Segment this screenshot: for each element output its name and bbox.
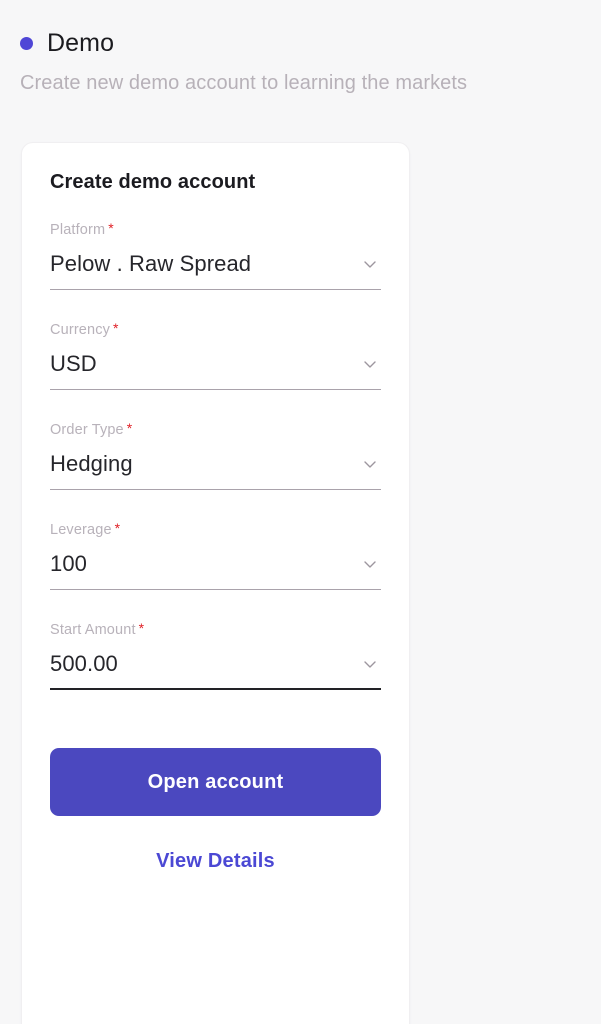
- select-currency-value: USD: [50, 351, 97, 376]
- required-marker: *: [138, 620, 145, 636]
- label-currency-text: Currency: [50, 322, 111, 338]
- chevron-down-icon[interactable]: [361, 255, 379, 273]
- required-marker: *: [113, 320, 119, 336]
- chevron-down-icon[interactable]: [361, 355, 379, 373]
- label-start-amount: Start Amount *: [50, 620, 381, 638]
- page-header: Demo Create new demo account to learning…: [0, 0, 601, 96]
- chevron-down-icon[interactable]: [361, 555, 379, 573]
- select-leverage[interactable]: 100: [50, 550, 381, 590]
- required-marker: *: [126, 420, 133, 436]
- required-marker: *: [114, 520, 121, 536]
- select-leverage-value: 100: [50, 551, 88, 576]
- select-platform-value: Pelow . Raw Spread: [50, 251, 252, 276]
- open-account-button[interactable]: Open account: [50, 748, 381, 816]
- select-platform[interactable]: Pelow . Raw Spread: [50, 250, 381, 290]
- page-title: Demo: [47, 29, 115, 57]
- label-order-type-text: Order Type: [50, 422, 124, 438]
- select-start-amount[interactable]: 500.00: [50, 650, 381, 690]
- field-platform: Platform * Pelow . Raw Spread: [50, 220, 381, 290]
- label-platform-text: Platform: [50, 222, 106, 238]
- card-title: Create demo account: [50, 171, 256, 193]
- label-leverage-text: Leverage: [50, 522, 112, 538]
- chevron-down-icon[interactable]: [361, 455, 379, 473]
- view-details-link[interactable]: View Details: [50, 850, 381, 873]
- field-order-type: Order Type * Hedging: [50, 420, 381, 490]
- select-start-amount-value: 500.00: [50, 651, 118, 676]
- page-title-row: Demo: [20, 28, 581, 58]
- card-actions: Open account View Details: [50, 748, 381, 873]
- select-order-type-value: Hedging: [50, 451, 133, 476]
- label-leverage: Leverage *: [50, 520, 381, 538]
- required-marker: *: [108, 220, 114, 236]
- field-start-amount: Start Amount * 500.00: [50, 620, 381, 690]
- demo-account-page: Demo Create new demo account to learning…: [0, 0, 601, 1024]
- status-dot-icon: [20, 37, 33, 50]
- select-currency[interactable]: USD: [50, 350, 381, 390]
- page-subtitle: Create new demo account to learning the …: [20, 72, 468, 94]
- label-platform: Platform *: [50, 220, 381, 238]
- field-currency: Currency * USD: [50, 320, 381, 390]
- create-demo-account-card: Create demo account Platform * Pelow . Ra…: [21, 142, 410, 1024]
- chevron-down-icon[interactable]: [361, 655, 379, 673]
- label-start-amount-text: Start Amount: [50, 622, 136, 638]
- label-order-type: Order Type *: [50, 420, 381, 438]
- select-order-type[interactable]: Hedging: [50, 450, 381, 490]
- label-currency: Currency *: [50, 320, 381, 338]
- field-leverage: Leverage * 100: [50, 520, 381, 590]
